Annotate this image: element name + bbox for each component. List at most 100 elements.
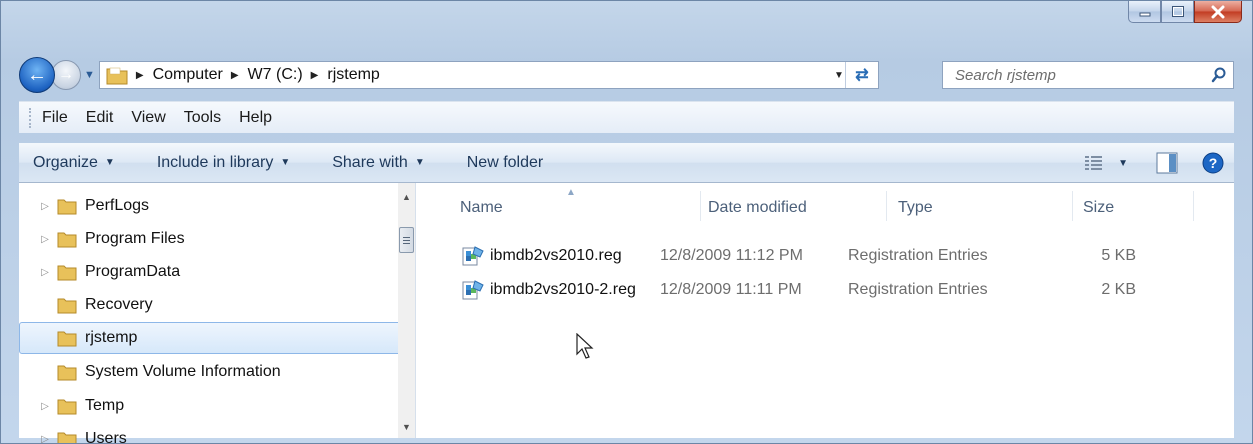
include-label: Include in library <box>156 153 274 171</box>
navigation-scrollbar[interactable]: ▲ ▼ <box>398 183 415 438</box>
address-history-dropdown[interactable]: ▼ <box>834 70 844 81</box>
file-name-cell[interactable]: ibmdb2vs2010-2.reg <box>462 275 636 305</box>
folder-icon <box>106 67 128 85</box>
scroll-thumb[interactable] <box>399 227 414 253</box>
mouse-cursor-icon <box>576 333 594 359</box>
file-list[interactable]: ▲ Name Date modified Type Size ibmdb2vs2… <box>416 183 1234 438</box>
forward-arrow-icon: → <box>58 66 74 83</box>
file-date: 12/8/2009 11:12 PM <box>660 247 803 264</box>
menu-bar: File Edit View Tools Help <box>19 101 1234 133</box>
expand-arrow-icon[interactable]: ▷ <box>37 201 53 212</box>
recent-pages-dropdown[interactable]: ▼ <box>84 69 95 81</box>
tree-item-label: System Volume Information <box>85 363 281 380</box>
help-icon: ? <box>1202 152 1224 174</box>
search-icon <box>1211 67 1226 83</box>
close-icon <box>1211 5 1225 18</box>
refresh-icon: ⇄ <box>855 67 869 84</box>
column-divider[interactable] <box>1072 191 1073 221</box>
tree-item-perflogs[interactable]: ▷ PerfLogs <box>19 190 404 222</box>
column-header-date-modified[interactable]: Date modified <box>708 193 807 223</box>
tree-item-program-files[interactable]: ▷ Program Files <box>19 223 404 255</box>
search-input[interactable] <box>953 62 1205 88</box>
navigation-pane[interactable]: ▷ PerfLogs ▷ Program Files ▷ ProgramData… <box>19 183 416 443</box>
preview-pane-button[interactable] <box>1156 152 1178 174</box>
menu-file[interactable]: File <box>42 109 68 127</box>
svg-text:?: ? <box>1209 155 1218 171</box>
column-divider[interactable] <box>886 191 887 221</box>
help-button[interactable]: ? <box>1202 152 1224 174</box>
menu-help[interactable]: Help <box>239 109 272 127</box>
back-button[interactable]: ← <box>19 57 55 93</box>
back-arrow-icon: ← <box>27 63 47 86</box>
caption-buttons <box>1128 1 1242 27</box>
breadcrumb-root-arrow[interactable]: ▶ <box>128 70 153 81</box>
registry-file-icon <box>462 246 484 266</box>
tree-item-users[interactable]: ▷ Users <box>19 423 404 444</box>
file-date: 12/8/2009 11:11 PM <box>660 281 802 298</box>
tree-item-label: Recovery <box>85 296 153 313</box>
folder-icon <box>57 365 77 381</box>
column-divider[interactable] <box>1193 191 1194 221</box>
maximize-icon <box>1171 5 1184 17</box>
folder-icon <box>57 298 77 314</box>
file-name: ibmdb2vs2010.reg <box>490 247 622 264</box>
organize-button[interactable]: Organize ▼ <box>33 154 115 172</box>
expand-arrow-icon[interactable]: ▷ <box>37 434 53 444</box>
organize-label: Organize <box>33 153 98 171</box>
change-view-button[interactable] <box>1084 154 1104 172</box>
file-type: Registration Entries <box>848 247 988 264</box>
forward-button[interactable]: → <box>51 60 81 90</box>
breadcrumb-drive[interactable]: W7 (C:) ▶ <box>248 66 328 84</box>
minimize-button[interactable] <box>1128 1 1161 23</box>
search-button[interactable] <box>1205 63 1233 87</box>
tree-item-recovery[interactable]: Recovery <box>19 289 404 321</box>
tree-item-rjstemp[interactable]: rjstemp <box>19 322 404 354</box>
column-header-name[interactable]: Name <box>460 193 503 223</box>
menu-tools[interactable]: Tools <box>184 109 221 127</box>
file-name-cell[interactable]: ibmdb2vs2010.reg <box>462 241 622 271</box>
column-header-type[interactable]: Type <box>898 193 933 223</box>
explorer-window: ← → ▼ ▶ Computer▶ W7 (C:)▶ rjstemp ▼ ⇄ F… <box>0 0 1253 444</box>
file-type: Registration Entries <box>848 281 988 298</box>
column-divider[interactable] <box>700 191 701 221</box>
scroll-up-icon[interactable]: ▲ <box>398 189 415 206</box>
refresh-button[interactable]: ⇄ <box>844 62 878 88</box>
breadcrumb-computer[interactable]: Computer ▶ <box>153 66 248 84</box>
share-with-button[interactable]: Share with ▼ <box>332 154 425 172</box>
column-header-size[interactable]: Size <box>1083 193 1114 223</box>
chevron-down-icon: ▼ <box>104 157 115 168</box>
folder-icon <box>57 432 77 443</box>
file-size: 2 KB <box>1101 281 1136 298</box>
tree-item-label: Users <box>85 430 127 444</box>
file-row[interactable]: ibmdb2vs2010-2.reg 12/8/2009 11:11 PM Re… <box>462 275 1142 305</box>
expand-arrow-icon[interactable]: ▷ <box>37 234 53 245</box>
close-button[interactable] <box>1194 1 1242 23</box>
folder-icon <box>57 331 77 347</box>
file-row[interactable]: ibmdb2vs2010.reg 12/8/2009 11:12 PM Regi… <box>462 241 1142 271</box>
menu-view[interactable]: View <box>131 109 165 127</box>
maximize-button[interactable] <box>1161 1 1194 23</box>
tree-item-label: rjstemp <box>85 329 138 346</box>
tree-item-system-volume-information[interactable]: System Volume Information <box>19 356 404 388</box>
breadcrumb-current[interactable]: rjstemp <box>327 66 379 84</box>
view-options-dropdown[interactable]: ▼ <box>1118 158 1128 169</box>
expand-arrow-icon[interactable]: ▷ <box>37 267 53 278</box>
tree-item-temp[interactable]: ▷ Temp <box>19 390 404 422</box>
tree-item-programdata[interactable]: ▷ ProgramData <box>19 256 404 288</box>
folder-icon <box>57 232 77 248</box>
search-box <box>942 61 1234 89</box>
minimize-icon <box>1139 12 1150 16</box>
menu-edit[interactable]: Edit <box>86 109 114 127</box>
address-bar[interactable]: ▶ Computer ▶ W7 (C:) ▶ rjstemp ▼ ⇄ <box>98 61 879 89</box>
new-folder-button[interactable]: New folder <box>467 154 543 172</box>
expand-arrow-icon[interactable]: ▷ <box>37 401 53 412</box>
include-in-library-button[interactable]: Include in library ▼ <box>157 154 290 172</box>
chevron-down-icon: ▼ <box>280 157 291 168</box>
command-bar: Organize ▼ Include in library ▼ Share with… <box>19 143 1234 183</box>
folder-icon <box>57 199 77 215</box>
folder-icon <box>57 399 77 415</box>
tree-item-label: Program Files <box>85 230 185 247</box>
share-label: Share with <box>332 153 408 171</box>
scroll-down-icon[interactable]: ▼ <box>398 419 415 436</box>
file-name: ibmdb2vs2010-2.reg <box>490 281 636 298</box>
